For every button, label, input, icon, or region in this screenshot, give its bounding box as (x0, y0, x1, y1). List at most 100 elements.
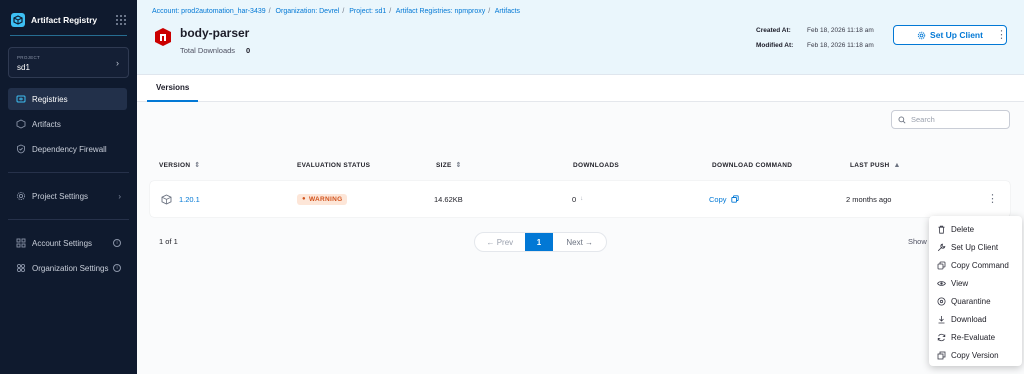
breadcrumb-project[interactable]: Project: sd1 (349, 8, 386, 15)
copy-icon (730, 195, 739, 203)
column-label: EVALUATION STATUS (297, 161, 371, 169)
breadcrumb-artifacts[interactable]: Artifacts (495, 8, 520, 15)
menu-item-view[interactable]: View (929, 274, 1022, 292)
registries-icon (16, 94, 26, 104)
sidebar-item-organization-settings[interactable]: Organization Settings i (8, 257, 127, 279)
copy-command-link[interactable]: Copy (709, 195, 739, 204)
sidebar-item-dependency-firewall[interactable]: Dependency Firewall (8, 138, 127, 160)
sidebar-divider (8, 219, 129, 220)
downloads-value: 0 (572, 194, 577, 204)
menu-item-label: Re-Evaluate (951, 332, 996, 342)
download-command-cell[interactable]: Copy (709, 181, 739, 217)
artifact-registry-logo-icon (11, 13, 25, 27)
trash-icon (937, 225, 946, 234)
menu-item-download[interactable]: Download (929, 310, 1022, 328)
version-package-icon (161, 193, 172, 205)
column-size[interactable]: SIZE ⇕ (436, 156, 462, 174)
project-label: PROJECT (17, 55, 41, 60)
sidebar-item-label: Registries (32, 94, 68, 104)
brand[interactable]: Artifact Registry (11, 10, 126, 30)
total-downloads-value: 0 (246, 46, 251, 55)
project-selector[interactable]: PROJECT sd1 › (8, 47, 129, 78)
sidebar-item-label: Project Settings (32, 191, 89, 201)
created-at-label: Created At: (756, 27, 791, 34)
menu-item-delete[interactable]: Delete (929, 220, 1022, 238)
row-actions-menu: Delete Set Up Client Copy Command View Q… (929, 216, 1022, 366)
quarantine-icon (937, 297, 946, 306)
menu-item-label: Copy Command (951, 260, 1009, 270)
page-1-button[interactable]: 1 (524, 233, 554, 251)
brand-divider (10, 35, 127, 36)
breadcrumb-registry[interactable]: Artifact Registries: npmproxy (396, 8, 485, 15)
size-cell: 14.62KB (434, 194, 463, 204)
sort-icon[interactable]: ⇕ (194, 161, 200, 169)
modified-at-value: Feb 18, 2026 11:18 am (807, 42, 874, 49)
column-downloads: DOWNLOADS (573, 156, 619, 174)
evaluation-status-cell: ● WARNING (297, 181, 348, 217)
sidebar-item-registries[interactable]: Registries (8, 88, 127, 110)
eye-icon (937, 279, 946, 288)
copy-icon (937, 261, 946, 270)
column-label: SIZE (436, 161, 452, 169)
menu-item-label: Download (951, 314, 987, 324)
project-name: sd1 (17, 63, 30, 72)
search-input[interactable] (911, 115, 1001, 124)
organization-settings-icon (16, 263, 26, 273)
menu-item-copy-version[interactable]: Copy Version (929, 346, 1022, 364)
version-value[interactable]: 1.20.1 (179, 195, 200, 204)
row-more-options-icon[interactable]: ⋮ (987, 191, 998, 207)
table-header: VERSION ⇕ EVALUATION STATUS SIZE ⇕ DOWNLOA… (150, 156, 1010, 174)
download-arrow-icon: ↓ (580, 196, 584, 202)
copy-label: Copy (709, 194, 727, 204)
set-up-client-button[interactable]: Set Up Client (893, 25, 1007, 45)
column-version[interactable]: VERSION ⇕ (159, 156, 201, 174)
app-title: Artifact Registry (31, 15, 98, 25)
menu-item-label: View (951, 278, 969, 288)
column-evaluation-status: EVALUATION STATUS (297, 156, 370, 174)
sidebar-item-label: Artifacts (32, 119, 61, 129)
package-name: body-parser (180, 26, 250, 40)
warning-icon: ● (302, 196, 306, 202)
sidebar-item-label: Account Settings (32, 238, 93, 248)
shield-icon (16, 144, 26, 154)
status-badge: ● WARNING (297, 193, 348, 205)
menu-item-label: Copy Version (951, 350, 999, 360)
next-page-button[interactable]: Next → (553, 233, 606, 251)
refresh-icon (937, 333, 946, 342)
column-label: DOWNLOAD COMMAND (712, 161, 793, 169)
status-text: WARNING (308, 195, 343, 203)
sort-icon[interactable]: ⇕ (456, 161, 462, 169)
tab-versions[interactable]: Versions (147, 75, 199, 102)
tab-bar: Versions (137, 75, 1024, 102)
sidebar: Artifact Registry PROJECT sd1 › Registri… (0, 0, 137, 374)
gear-icon (917, 31, 926, 39)
menu-item-copy-command[interactable]: Copy Command (929, 256, 1022, 274)
more-options-icon[interactable]: ⋮ (996, 27, 1007, 43)
menu-item-re-evaluate[interactable]: Re-Evaluate (929, 328, 1022, 346)
info-icon[interactable]: i (113, 239, 121, 247)
menu-item-label: Set Up Client (951, 242, 999, 252)
column-last-push[interactable]: LAST PUSH ▲ (850, 156, 901, 174)
column-label: VERSION (159, 161, 191, 169)
set-up-client-label: Set Up Client (930, 30, 983, 40)
npm-package-icon (155, 28, 171, 46)
menu-item-set-up-client[interactable]: Set Up Client (929, 238, 1022, 256)
breadcrumb-organization[interactable]: Organization: Devrel (276, 8, 340, 15)
chevron-right-icon: › (116, 58, 119, 68)
table-row[interactable]: 1.20.1 ● WARNING 14.62KB 0 ↓ Copy 2 months… (150, 181, 1010, 217)
account-settings-icon (16, 238, 26, 248)
breadcrumb-account[interactable]: Account: prod2automation_har-3439 (152, 8, 266, 15)
sidebar-item-artifacts[interactable]: Artifacts (8, 113, 127, 135)
sidebar-item-project-settings[interactable]: Project Settings › (8, 185, 127, 207)
search-icon (898, 116, 906, 124)
app-switcher-icon[interactable] (116, 15, 126, 25)
modified-at-label: Modified At: (756, 42, 794, 49)
info-icon[interactable]: i (113, 264, 121, 272)
menu-item-quarantine[interactable]: Quarantine (929, 292, 1022, 310)
search-box[interactable] (891, 110, 1010, 129)
version-cell[interactable]: 1.20.1 (161, 181, 200, 217)
sidebar-item-account-settings[interactable]: Account Settings i (8, 232, 127, 254)
sort-ascending-icon[interactable]: ▲ (894, 162, 901, 169)
prev-page-button[interactable]: ← Prev (475, 233, 525, 251)
menu-item-label: Delete (951, 224, 975, 234)
